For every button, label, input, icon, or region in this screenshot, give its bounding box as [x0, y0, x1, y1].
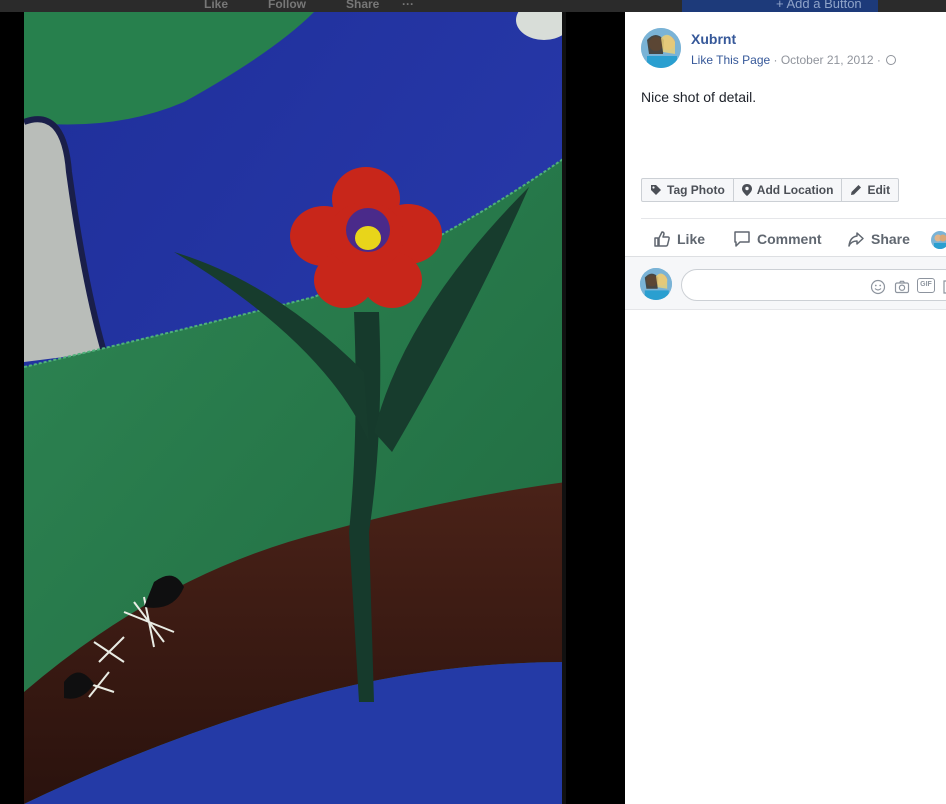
like-this-page-link[interactable]: Like This Page: [691, 53, 770, 67]
comment-input-box[interactable]: GIF: [681, 269, 946, 301]
tag-photo-label: Tag Photo: [667, 183, 725, 197]
add-location-button[interactable]: Add Location: [734, 179, 843, 201]
photo-tools-bar: Tag Photo Add Location Edit: [641, 178, 900, 202]
bg-add-button-label: + Add a Button: [776, 0, 862, 11]
commenter-avatar-small[interactable]: [931, 231, 946, 249]
meta-separator: ·: [873, 53, 885, 67]
page-avatar[interactable]: [641, 28, 681, 68]
share-label: Share: [871, 231, 910, 247]
post-date[interactable]: October 21, 2012: [781, 53, 874, 67]
share-button[interactable]: Share: [847, 230, 910, 248]
comment-label: Comment: [757, 231, 822, 247]
meta-separator: ·: [770, 53, 781, 67]
composer-avatar[interactable]: [640, 268, 672, 300]
comment-composer: GIF: [625, 256, 946, 310]
comment-button[interactable]: Comment: [733, 230, 822, 248]
background-page-chrome: Like Follow Share ··· + Add a Button: [0, 0, 946, 12]
photo-sidebar: Xubrnt Like This Page · October 21, 2012…: [625, 12, 946, 804]
post-actions: Like Comment Share: [641, 218, 946, 260]
sticker-icon[interactable]: [942, 279, 946, 295]
pencil-icon: [851, 185, 862, 195]
photo-stage[interactable]: [0, 12, 625, 804]
comment-input[interactable]: [694, 276, 854, 294]
post-caption: Nice shot of detail.: [641, 89, 757, 105]
comment-bubble-icon: [734, 231, 750, 247]
bg-follow-button: Follow: [268, 0, 306, 11]
tag-icon: [651, 185, 661, 195]
camera-icon[interactable]: [894, 279, 910, 295]
tag-photo-button[interactable]: Tag Photo: [642, 179, 734, 201]
like-button[interactable]: Like: [653, 230, 705, 248]
page-name-link[interactable]: Xubrnt: [691, 31, 736, 47]
share-arrow-icon: [848, 232, 864, 247]
edit-button[interactable]: Edit: [842, 179, 898, 201]
emoji-icon[interactable]: [870, 279, 886, 295]
thumbs-up-icon: [654, 231, 670, 247]
globe-icon[interactable]: [886, 55, 897, 65]
bg-like-button: Like: [204, 0, 229, 11]
gif-icon[interactable]: GIF: [917, 278, 935, 293]
add-location-label: Add Location: [756, 183, 834, 197]
photo[interactable]: [24, 12, 566, 804]
post-meta: Like This Page · October 21, 2012 ·: [691, 53, 897, 67]
bg-add-button: + Add a Button: [682, 0, 878, 12]
bg-more-button: ···: [402, 0, 414, 11]
location-pin-icon: [741, 184, 752, 196]
bg-share-button: Share: [346, 0, 380, 11]
edit-label: Edit: [867, 183, 891, 197]
quilt-photo-image: [24, 12, 566, 804]
like-label: Like: [677, 231, 706, 247]
